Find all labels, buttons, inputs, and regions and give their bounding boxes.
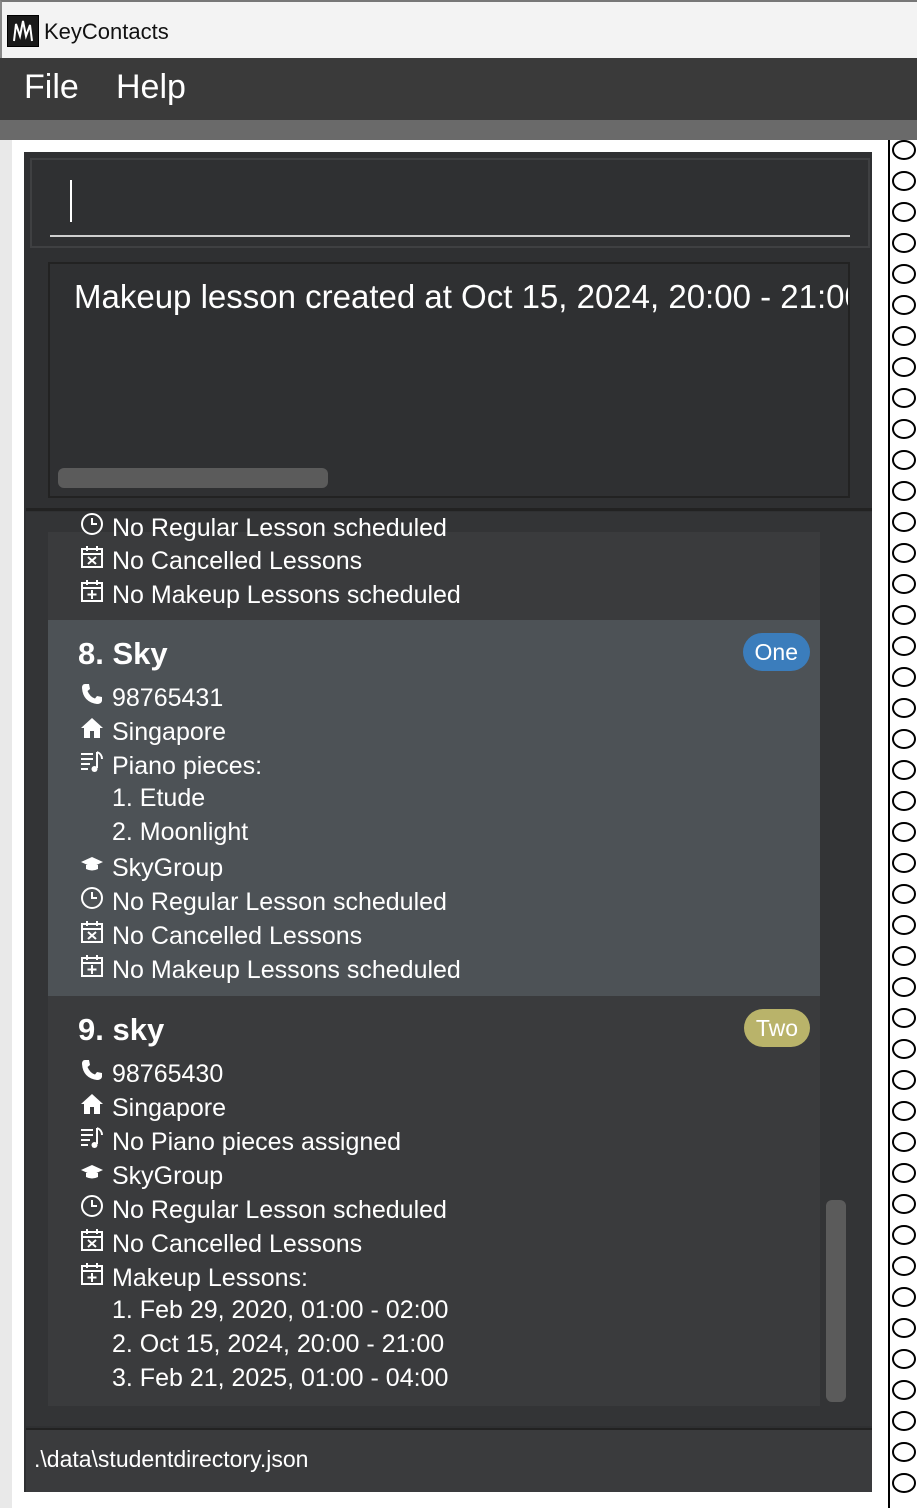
menu-divider-band (0, 120, 917, 140)
result-display: Makeup lesson created at Oct 15, 2024, 2… (48, 262, 850, 498)
piano-piece-item: 2. Moonlight (112, 818, 249, 846)
window-left-edge (0, 140, 12, 1508)
piano-pieces-line: No Piano pieces assigned (78, 1126, 401, 1157)
graduation-cap-icon (78, 852, 106, 883)
group-line: SkyGroup (78, 1160, 223, 1191)
calendar-x-icon (78, 545, 106, 576)
regular-lesson-line: No Regular Lesson scheduled (78, 886, 447, 917)
command-input-underline (50, 235, 850, 237)
group-badge: One (742, 633, 810, 671)
window-titlebar: KeyContacts (0, 0, 917, 58)
clock-icon (78, 512, 106, 543)
menu-bar: File Help (0, 58, 917, 120)
home-icon (78, 1092, 106, 1123)
music-list-icon (78, 750, 106, 781)
list-vertical-scrollbar[interactable] (826, 1200, 846, 1402)
result-message: Makeup lesson created at Oct 15, 2024, 2… (74, 278, 850, 315)
makeup-lesson-item: 1. Feb 29, 2020, 01:00 - 02:00 (112, 1296, 449, 1324)
calendar-plus-icon (78, 1262, 106, 1293)
cancelled-lessons-line: No Cancelled Lessons (78, 1228, 362, 1259)
notebook-spiral-decoration (888, 140, 917, 1508)
calendar-x-icon (78, 920, 106, 951)
data-file-path: .\data\studentdirectory.json (34, 1446, 309, 1472)
student-card-9[interactable]: 9. sky Two 98765430 Singapore No Piano p… (48, 996, 820, 1406)
student-name: 9. sky (78, 1012, 165, 1047)
student-card-8[interactable]: 8. Sky One 98765431 Singapore Piano piec… (48, 620, 820, 996)
group-badge: Two (743, 1009, 810, 1047)
calendar-plus-icon (78, 954, 106, 985)
student-name: 8. Sky (78, 636, 168, 671)
menu-file[interactable]: File (24, 68, 79, 107)
window-title: KeyContacts (44, 19, 169, 44)
command-input-caret (70, 180, 72, 222)
result-horizontal-scrollbar[interactable] (58, 468, 328, 488)
makeup-lesson-item: 2. Oct 15, 2024, 20:00 - 21:00 (112, 1330, 445, 1358)
student-card-7[interactable]: No Regular Lesson scheduled No Cancelled… (48, 513, 820, 620)
app-logo-icon (7, 15, 39, 47)
regular-lesson-line: No Regular Lesson scheduled (78, 1194, 447, 1225)
phone-line: 98765430 (78, 1058, 223, 1089)
panel-divider (26, 508, 872, 511)
address-line: Singapore (78, 1092, 226, 1123)
cancelled-lessons-line: No Cancelled Lessons (78, 920, 362, 951)
phone-line: 98765431 (78, 682, 223, 713)
group-line: SkyGroup (78, 852, 223, 883)
calendar-x-icon (78, 1228, 106, 1259)
phone-icon (78, 1058, 106, 1089)
graduation-cap-icon (78, 1160, 106, 1191)
cancelled-lessons-line: No Cancelled Lessons (78, 545, 362, 576)
makeup-lesson-item: 3. Feb 21, 2025, 01:00 - 04:00 (112, 1364, 449, 1392)
piano-piece-item: 1. Etude (112, 784, 206, 812)
makeup-lessons-line: Makeup Lessons: (78, 1262, 308, 1293)
status-bar: .\data\studentdirectory.json (26, 1428, 872, 1492)
menu-help[interactable]: Help (116, 68, 186, 107)
calendar-plus-icon (78, 579, 106, 610)
clock-icon (78, 1194, 106, 1225)
makeup-lessons-line: No Makeup Lessons scheduled (78, 579, 461, 610)
piano-pieces-line: Piano pieces: (78, 750, 262, 781)
regular-lesson-line: No Regular Lesson scheduled (78, 512, 447, 543)
music-list-icon (78, 1126, 106, 1157)
phone-icon (78, 682, 106, 713)
home-icon (78, 716, 106, 747)
student-list[interactable]: No Regular Lesson scheduled No Cancelled… (26, 512, 872, 1426)
clock-icon (78, 886, 106, 917)
makeup-lessons-line: No Makeup Lessons scheduled (78, 954, 461, 985)
address-line: Singapore (78, 716, 226, 747)
